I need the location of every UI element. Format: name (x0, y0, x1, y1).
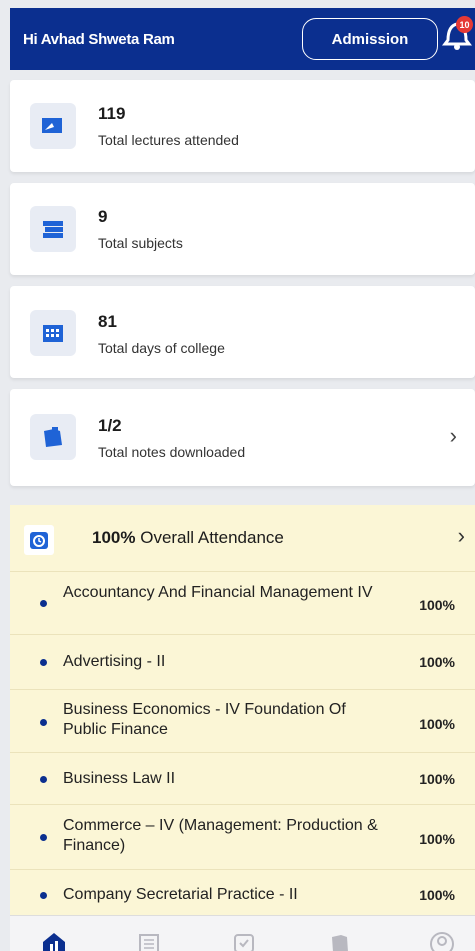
bottom-navigation (10, 915, 475, 951)
profile-icon[interactable] (428, 930, 456, 951)
subject-percent: 100% (419, 654, 455, 670)
stat-card-subjects: 9 Total subjects (10, 183, 475, 275)
subject-name: Company Secretarial Practice - II (63, 886, 298, 903)
app-header: Hi Avhad Shweta Ram Admission (10, 8, 475, 70)
chevron-right-icon: › (457, 523, 465, 548)
subject-percent: 100% (419, 831, 455, 847)
subject-percent: 100% (419, 716, 455, 732)
subject-percent: 100% (419, 771, 455, 787)
stat-value: 119 (98, 104, 126, 123)
bullet-dot (40, 776, 47, 783)
subject-percent: 100% (419, 887, 455, 903)
overall-attendance-row[interactable]: 100% Overall Attendance › (10, 505, 475, 572)
overall-attendance-title: 100% Overall Attendance (92, 528, 284, 548)
stat-label: Total subjects (98, 235, 183, 251)
bullet-dot (40, 892, 47, 899)
bullet-dot (40, 719, 47, 726)
timetable-icon[interactable] (135, 930, 163, 951)
admission-button[interactable]: Admission (302, 18, 438, 60)
home-icon[interactable] (40, 930, 68, 951)
attendance-card: 100% Overall Attendance › Accountancy An… (10, 505, 475, 915)
subject-name: Business Economics - IV Foundation Of Pu… (63, 701, 346, 738)
subject-row: Accountancy And Financial Management IV … (10, 572, 475, 635)
bullet-dot (40, 834, 47, 841)
greeting-text: Hi Avhad Shweta Ram (23, 30, 175, 48)
calendar-icon (30, 310, 76, 356)
stat-label: Total notes downloaded (98, 444, 246, 460)
subject-percent: 100% (419, 597, 455, 613)
stat-value: 9 (98, 207, 108, 226)
bullet-dot (40, 600, 47, 607)
overall-attendance-label: Overall Attendance (140, 528, 284, 547)
subject-name: Business Law II (63, 770, 176, 787)
subject-row: Commerce – IV (Management: Production & … (10, 805, 475, 870)
stat-label: Total days of college (98, 340, 225, 356)
stat-value: 1/2 (98, 416, 122, 435)
stat-card-notes[interactable]: 1/2 Total notes downloaded › (10, 389, 475, 486)
attendance-icon[interactable] (230, 930, 258, 951)
lecture-icon (30, 103, 76, 149)
chevron-right-icon: › (449, 423, 457, 448)
subject-row: Business Economics - IV Foundation Of Pu… (10, 690, 475, 753)
subject-name: Accountancy And Financial Management IV (63, 584, 373, 601)
notification-badge: 10 (456, 16, 473, 33)
overall-attendance-percent: 100% (92, 528, 136, 547)
subject-row: Company Secretarial Practice - II 100% (10, 870, 475, 915)
subject-row: Advertising - II 100% (10, 635, 475, 690)
subject-row: Business Law II 100% (10, 753, 475, 805)
stat-label: Total lectures attended (98, 132, 239, 148)
subject-name: Advertising - II (63, 653, 166, 670)
stat-value: 81 (98, 312, 117, 331)
stat-card-days: 81 Total days of college (10, 286, 475, 378)
alarm-clock-icon (24, 525, 54, 555)
bullet-dot (40, 659, 47, 666)
notes-icon (30, 414, 76, 460)
books-icon (30, 206, 76, 252)
subject-name: Commerce – IV (Management: Production & … (63, 817, 378, 854)
stat-card-lectures: 119 Total lectures attended (10, 80, 475, 172)
notes-icon[interactable] (325, 930, 353, 951)
